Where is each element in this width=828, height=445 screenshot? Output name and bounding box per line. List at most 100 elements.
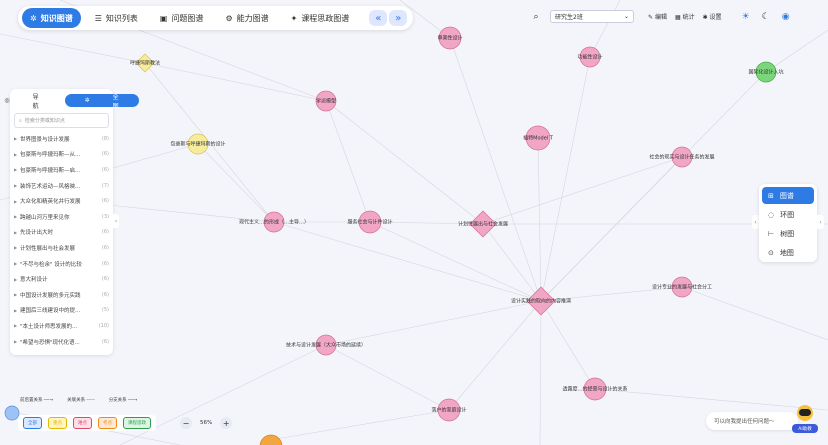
- graph-node[interactable]: 福特Model T: [523, 125, 554, 151]
- category-item[interactable]: ▶ 包豪斯与呼捷玛斯—启... (6): [14, 162, 109, 178]
- view-map[interactable]: ⊙ 地图: [762, 244, 814, 261]
- node-legend-item[interactable]: 重点: [48, 417, 67, 429]
- palette-icon[interactable]: ◉: [782, 12, 790, 22]
- edge-legend-prereq: 前后置关系 ──→: [20, 398, 54, 403]
- gear-icon: ✱: [702, 14, 708, 21]
- category-item[interactable]: ▶ 中国设计发展的多元实践 (6): [14, 287, 109, 303]
- category-item[interactable]: ▶ 意大利设计 (6): [14, 271, 109, 287]
- category-label: 先设计出大时: [20, 230, 54, 237]
- stats-button[interactable]: ▦ 统计: [675, 12, 695, 21]
- view-ring[interactable]: ◌ 环图: [762, 206, 814, 223]
- graph-node[interactable]: 包豪斯与呼捷玛斯的设计: [170, 133, 226, 155]
- category-item[interactable]: ▶ 装饰艺术运动—风格映... (7): [14, 178, 109, 194]
- edge-legend: 前后置关系 ──→ 关联关系 ┄┄┄ 分支关系 ──→: [20, 397, 137, 403]
- graph-node[interactable]: 技术与设计发展（大众市场的延续）: [286, 334, 366, 356]
- stats-icon: ▦: [674, 14, 681, 21]
- zoom-out-button[interactable]: −: [180, 417, 192, 429]
- ring-view-icon: ◌: [768, 210, 775, 219]
- category-item[interactable]: ▶ 大众化和精英化并行发展 (6): [14, 193, 109, 209]
- graph-node-partial-bottom[interactable]: [259, 434, 283, 445]
- graph-node[interactable]: 透露度…的经营与设计的关系: [562, 377, 628, 401]
- view-label: 地图: [779, 248, 794, 257]
- tab-question-graph[interactable]: ▣ 问题图谱: [152, 8, 212, 28]
- edit-label: 编辑: [654, 14, 667, 21]
- edit-button[interactable]: ✎ 编辑: [648, 12, 667, 21]
- graph-node[interactable]: 呼捷玛斯教法: [130, 53, 160, 73]
- collapse-left-icon[interactable]: «: [369, 10, 388, 26]
- graph-node[interactable]: 设计专业的发展与社会分工: [652, 276, 712, 298]
- category-item[interactable]: ▶ 建国后三线建设中的提... (5): [14, 303, 109, 319]
- graph-node[interactable]: 落户的家庭设计: [431, 398, 467, 422]
- category-count: (6): [101, 338, 109, 345]
- toggle-all[interactable]: ✲ 全图: [64, 93, 139, 110]
- knowledge-graph-canvas[interactable]: 审美性设计呼捷玛斯教法学派模型 功能性设计国际化设计入坑包豪斯与呼捷玛斯的设计 福特…: [0, 0, 828, 445]
- dark-mode-icon[interactable]: ☾: [762, 12, 770, 22]
- nav-collapse-group: « »: [369, 10, 408, 26]
- tab-label: 知识图谱: [40, 13, 73, 23]
- graph-node-label: 学派模型: [316, 98, 336, 105]
- tab-label: 课程思政图谱: [301, 13, 350, 23]
- node-legend-item[interactable]: 全部: [23, 417, 42, 429]
- main-tab-bar: ✲ 知识图谱 ☰ 知识列表 ▣ 问题图谱 ⚙ 能力图谱 ✦ 课程思政图谱 « »: [18, 6, 414, 30]
- view-graph[interactable]: ⊞ 图谱: [762, 187, 814, 204]
- category-count: (6): [101, 291, 109, 298]
- graph-node[interactable]: 服务社会与计件设计: [347, 210, 393, 234]
- tab-ability-graph[interactable]: ⚙ 能力图谱: [217, 8, 276, 28]
- search-icon[interactable]: ⌕: [530, 11, 542, 23]
- category-label: 装饰艺术运动—风格映...: [20, 183, 81, 190]
- category-count: (6): [101, 244, 109, 251]
- graph-node-label: 包豪斯与呼捷玛斯的设计: [170, 141, 225, 148]
- category-item[interactable]: ▶ "希望与恐惧"现代化语... (6): [14, 334, 109, 350]
- graph-node[interactable]: 功能性设计: [577, 46, 603, 68]
- stats-label: 统计: [682, 14, 695, 21]
- tab-course-ideology-graph[interactable]: ✦ 课程思政图谱: [283, 8, 358, 28]
- tab-knowledge-graph[interactable]: ✲ 知识图谱: [22, 8, 81, 28]
- graph-node[interactable]: 国际化设计入坑: [748, 61, 784, 83]
- category-item[interactable]: ▶ 跨越山河万里来见你 (3): [14, 209, 109, 225]
- ai-question-input[interactable]: 可以向我提出任何问题～: [706, 412, 798, 430]
- graph-node-label: 设计专业的发展与社会分工: [652, 284, 712, 291]
- graph-icon: ✲: [30, 13, 37, 23]
- ai-assistant-button[interactable]: AI助教: [792, 405, 818, 435]
- legend-label: 分支关系: [108, 398, 127, 403]
- zoom-in-button[interactable]: +: [220, 417, 233, 429]
- graph-node[interactable]: 社会的现实与设计任务的发展: [649, 146, 715, 168]
- category-item[interactable]: ▶ "本土设计师思发展的... (10): [14, 318, 109, 334]
- category-item[interactable]: ▶ "不尽与检余" 设计的比较 (6): [14, 256, 109, 272]
- view-tree[interactable]: ⊢ 树图: [762, 225, 814, 242]
- category-item[interactable]: ▶ 计划性展出与社会发展 (6): [14, 240, 109, 256]
- category-label: 包豪斯与呼捷玛斯—启...: [20, 167, 81, 174]
- legend-label: 前后置关系: [20, 398, 43, 403]
- toggle-nav[interactable]: ◎ 导航: [0, 94, 59, 110]
- category-count: (6): [101, 276, 109, 283]
- graph-node[interactable]: 学派模型: [315, 90, 337, 112]
- panel-collapse-handle[interactable]: ‹: [113, 214, 119, 228]
- tab-label: 知识列表: [105, 13, 138, 23]
- light-mode-icon[interactable]: ☀: [742, 12, 750, 22]
- category-count: (10): [98, 322, 109, 329]
- toggle-label: 全图: [112, 93, 119, 110]
- category-item[interactable]: ▶ 包豪斯与呼捷玛斯—从... (6): [14, 147, 109, 163]
- tab-knowledge-list[interactable]: ☰ 知识列表: [87, 8, 146, 28]
- panel-mode-toggle: ◎ 导航 ✲ 全图: [4, 94, 139, 110]
- category-item[interactable]: ▶ 先设计出大时 (6): [14, 225, 109, 241]
- class-select[interactable]: 研究生2班 ⌄: [550, 10, 634, 23]
- graph-node-partial-left[interactable]: [4, 405, 20, 421]
- collapse-right-icon[interactable]: »: [389, 10, 408, 26]
- node-legend-item[interactable]: 难点: [73, 417, 92, 429]
- course-icon: ✦: [290, 13, 298, 23]
- graph-node[interactable]: 计划性展出与社会发展: [458, 210, 508, 238]
- category-item[interactable]: ▶ 世界图景与设计发展 (8): [14, 131, 109, 147]
- graph-node[interactable]: 审美性设计: [437, 26, 463, 50]
- graph-node-label: 现代主义…的形成（…主导…）: [239, 219, 309, 226]
- tool-links: ✎ 编辑 ▦ 统计 ✱ 设置: [648, 12, 722, 21]
- category-search-input[interactable]: ⌕ 检索分类或知识点: [14, 113, 109, 128]
- node-legend-item[interactable]: 课程思政: [123, 417, 151, 429]
- view-panel-handle-right[interactable]: ›: [817, 215, 824, 229]
- settings-button[interactable]: ✱ 设置: [703, 12, 722, 21]
- node-legend-item[interactable]: 考点: [98, 417, 117, 429]
- category-label: "希望与恐惧"现代化语...: [20, 339, 80, 346]
- map-view-icon: ⊙: [768, 248, 774, 257]
- tree-view-icon: ⊢: [768, 229, 775, 238]
- view-panel-handle-left[interactable]: ‹: [752, 215, 759, 229]
